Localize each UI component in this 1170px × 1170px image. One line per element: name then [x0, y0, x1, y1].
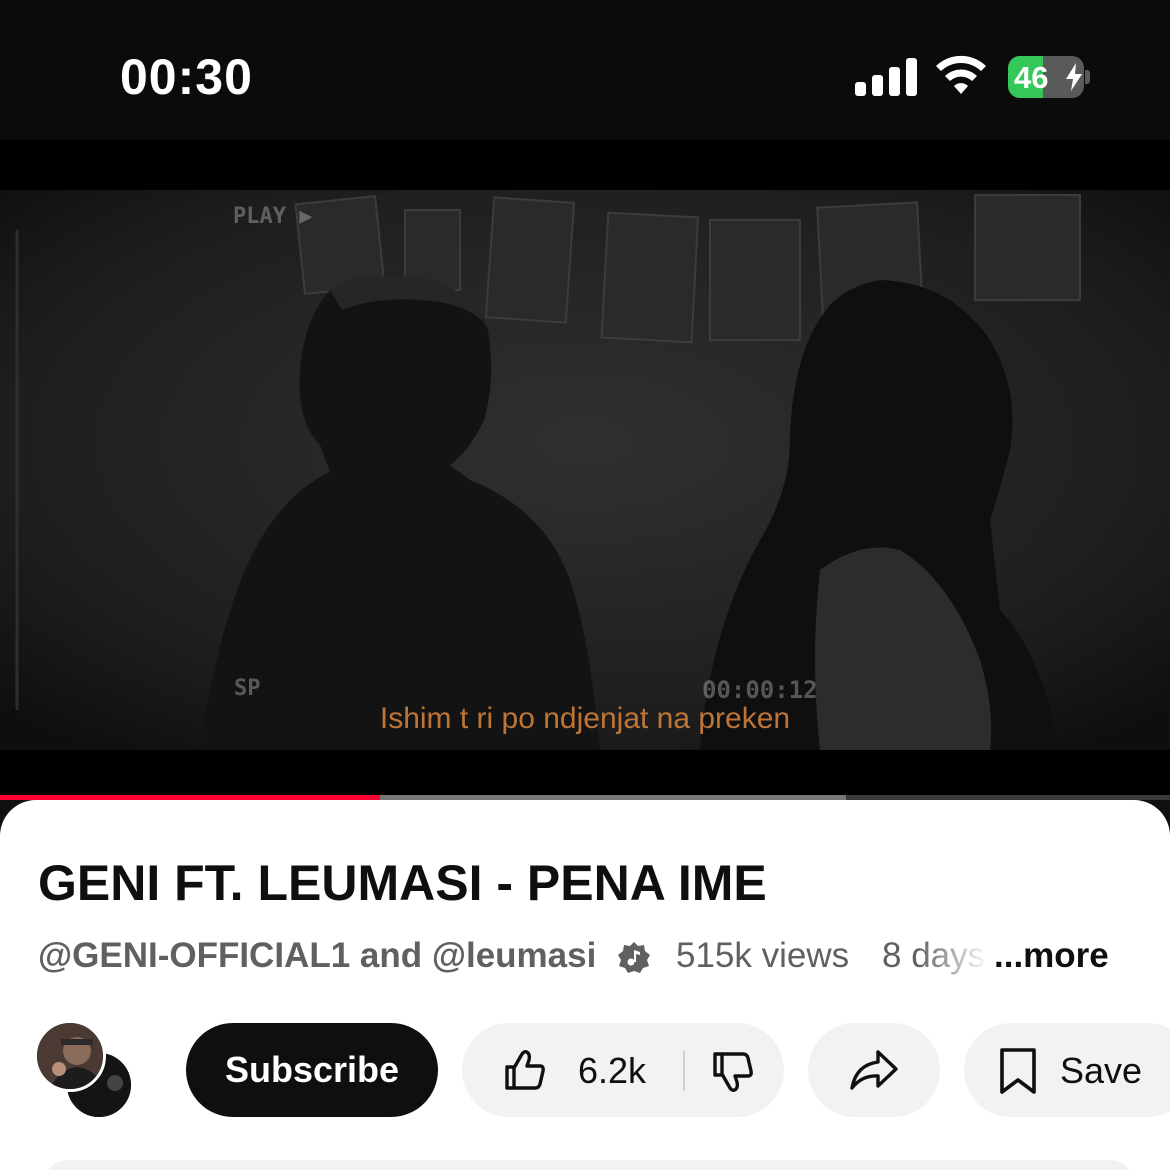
- battery-charging-icon: 46: [1008, 56, 1090, 98]
- cellular-signal-icon: [855, 58, 917, 96]
- video-frame[interactable]: PLAY ▶ SP 00:00:12 Ishim t ri po ndjenja…: [0, 190, 1170, 750]
- vhs-play-overlay: PLAY ▶: [233, 204, 313, 229]
- thumbs-down-icon[interactable]: [710, 1049, 756, 1095]
- video-details-panel: GENI FT. LEUMASI - PENA IME @GENI-OFFICI…: [0, 800, 1170, 1170]
- like-dislike-group: 6.2k: [462, 1023, 784, 1117]
- video-meta-row[interactable]: @GENI-OFFICIAL1 and @leumasi 515k views …: [38, 934, 1138, 982]
- status-bar: 00:30 46: [0, 0, 1170, 140]
- vhs-sp-overlay: SP: [234, 676, 261, 701]
- save-label: Save: [1060, 1050, 1143, 1091]
- video-scene-image: [0, 190, 1170, 750]
- channel-avatar-primary[interactable]: [34, 1020, 106, 1092]
- subscribe-button[interactable]: Subscribe: [186, 1023, 438, 1117]
- share-arrow-icon: [850, 1050, 898, 1090]
- battery-percent: 46: [1014, 60, 1049, 95]
- like-divider: [683, 1051, 685, 1091]
- share-button[interactable]: [808, 1023, 940, 1117]
- like-count: 6.2k: [578, 1050, 647, 1091]
- save-button[interactable]: Save: [964, 1023, 1170, 1117]
- thumbs-up-icon[interactable]: [502, 1047, 548, 1093]
- channel-names[interactable]: @GENI-OFFICIAL1 and @leumasi: [38, 936, 596, 976]
- charging-bolt-icon: [1066, 63, 1082, 91]
- view-count: 515k views: [676, 936, 850, 975]
- video-title[interactable]: GENI FT. LEUMASI - PENA IME: [38, 854, 767, 912]
- wifi-icon: [936, 55, 986, 94]
- video-subtitle: Ishim t ri po ndjenjat na preken: [379, 702, 791, 735]
- more-link[interactable]: ...more: [994, 936, 1109, 976]
- youtube-watch-screen: 00:30 46 PLAY ▶ SP 00:00:12 Ishim t ri p…: [0, 0, 1170, 1170]
- bookmark-icon: [1000, 1048, 1036, 1094]
- verified-music-icon: [618, 942, 650, 973]
- vhs-timecode-overlay: 00:00:12: [702, 676, 818, 704]
- comments-preview-card[interactable]: [44, 1160, 1134, 1170]
- status-time: 00:30: [120, 49, 253, 105]
- action-row: Subscribe 6.2k Save: [0, 1020, 1170, 1120]
